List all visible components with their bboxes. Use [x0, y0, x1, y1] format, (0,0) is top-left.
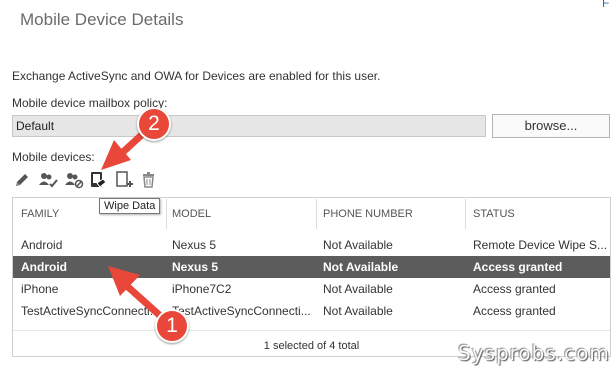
- browse-button[interactable]: browse...: [492, 114, 610, 138]
- watermark: Sysprobs.com: [458, 341, 610, 365]
- cell-phone: Not Available: [323, 260, 399, 274]
- wipe-data-icon[interactable]: [88, 170, 108, 190]
- policy-field: Default: [12, 115, 486, 137]
- page-title: Mobile Device Details: [20, 10, 184, 29]
- cell-model: Nexus 5: [172, 238, 217, 252]
- cell-phone: Not Available: [323, 238, 393, 252]
- column-header-model[interactable]: MODEL: [172, 208, 211, 220]
- cell-family: TestActiveSyncConnecti...: [21, 304, 160, 318]
- cell-model: TestActiveSyncConnecti...: [172, 304, 311, 318]
- cell-status: Access granted: [473, 282, 556, 296]
- column-separator: [166, 199, 167, 229]
- policy-label: Mobile device mailbox policy:: [12, 96, 168, 110]
- annotation-badge-1: 1: [155, 309, 189, 343]
- wipe-data-tooltip: Wipe Data: [99, 198, 161, 214]
- cell-phone: Not Available: [323, 304, 393, 318]
- devices-label: Mobile devices:: [12, 150, 95, 164]
- annotation-badge-2: 2: [137, 107, 171, 141]
- cell-status: Remote Device Wipe S...: [473, 238, 608, 252]
- column-header-phone[interactable]: PHONE NUMBER: [323, 208, 413, 220]
- column-separator: [465, 199, 466, 229]
- add-page-icon[interactable]: [114, 170, 134, 190]
- column-separator: [316, 199, 317, 229]
- users-check-icon[interactable]: [38, 170, 58, 190]
- cell-family: iPhone: [21, 282, 59, 296]
- column-header-family[interactable]: FAMILY: [21, 208, 59, 220]
- cell-family: Android: [21, 238, 63, 252]
- cell-model: Nexus 5: [172, 260, 219, 274]
- cell-phone: Not Available: [323, 282, 393, 296]
- info-text: Exchange ActiveSync and OWA for Devices …: [12, 69, 381, 83]
- users-block-icon[interactable]: [64, 170, 84, 190]
- cell-family: Android: [21, 260, 67, 274]
- column-header-status[interactable]: STATUS: [473, 208, 515, 220]
- cell-status: Access granted: [473, 260, 563, 274]
- corner-link[interactable]: F: [602, 0, 609, 10]
- trash-icon[interactable]: [139, 170, 159, 190]
- cell-status: Access granted: [473, 304, 556, 318]
- pencil-icon[interactable]: [12, 170, 32, 190]
- footer-divider: [13, 330, 610, 331]
- cell-model: iPhone7C2: [172, 282, 232, 296]
